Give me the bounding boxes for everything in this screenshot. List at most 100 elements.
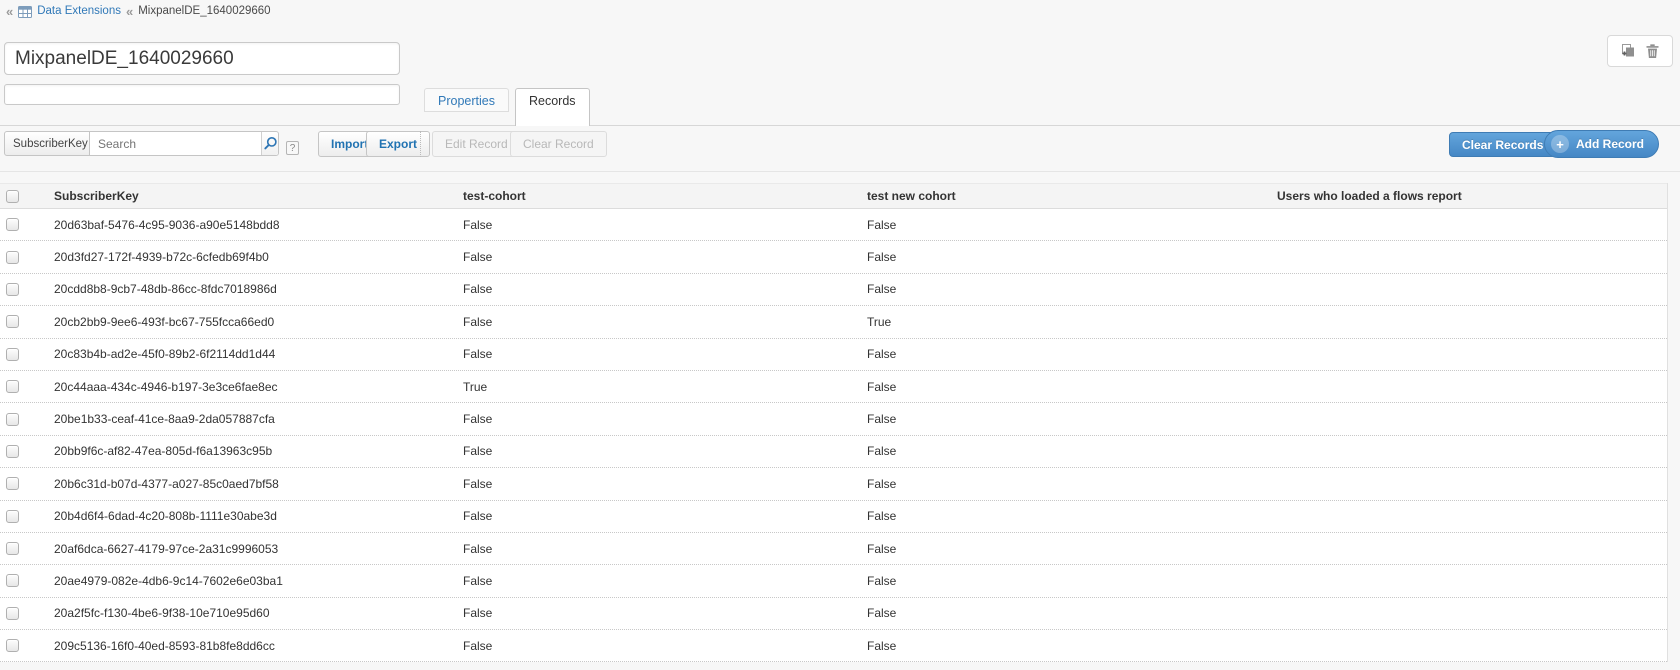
back-chevrons-icon[interactable]: «	[6, 5, 13, 18]
cell-subscriber-key: 20d3fd27-172f-4939-b72c-6cfedb69f4b0	[48, 250, 457, 264]
row-checkbox[interactable]	[6, 251, 19, 264]
tab-records[interactable]: Records	[515, 88, 590, 126]
cell-subscriber-key: 209c5136-16f0-40ed-8593-81b8fe8dd6cc	[48, 639, 457, 653]
clear-record-button[interactable]: Clear Record	[510, 131, 607, 157]
extension-name-field[interactable]	[4, 42, 400, 75]
cell-test-cohort: False	[457, 347, 861, 361]
cell-test-cohort: False	[457, 412, 861, 426]
cell-test-cohort: False	[457, 477, 861, 491]
column-header-subscriberkey[interactable]: SubscriberKey	[48, 189, 457, 203]
row-checkbox[interactable]	[6, 315, 19, 328]
table-row[interactable]: 20ae4979-082e-4db6-9c14-7602e6e03ba1 Fal…	[0, 565, 1667, 597]
cell-subscriber-key: 20cdd8b8-9cb7-48db-86cc-8fdc7018986d	[48, 282, 457, 296]
cell-test-cohort: False	[457, 282, 861, 296]
table-row[interactable]: 20af6dca-6627-4179-97ce-2a31c9996053 Fal…	[0, 533, 1667, 565]
panel-divider	[0, 171, 1680, 172]
toolbar-divider	[420, 131, 421, 157]
cell-test-new-cohort: False	[861, 380, 1271, 394]
search-icon	[263, 136, 278, 151]
row-checkbox[interactable]	[6, 218, 19, 231]
table-row[interactable]: 20b6c31d-b07d-4377-a027-85c0aed7bf58 Fal…	[0, 468, 1667, 500]
select-all-checkbox[interactable]	[6, 190, 19, 203]
table-row[interactable]: 20bb9f6c-af82-47ea-805d-f6a13963c95b Fal…	[0, 436, 1667, 468]
cell-test-cohort: False	[457, 509, 861, 523]
plus-icon: +	[1551, 135, 1569, 153]
cell-test-new-cohort: False	[861, 542, 1271, 556]
table-body: 20d63baf-5476-4c95-9036-a90e5148bdd8 Fal…	[0, 209, 1667, 662]
add-record-button[interactable]: + Add Record	[1544, 130, 1659, 158]
row-checkbox[interactable]	[6, 542, 19, 555]
search-field-dropdown-value: SubscriberKey	[13, 138, 88, 150]
table-row[interactable]: 209c5136-16f0-40ed-8593-81b8fe8dd6cc Fal…	[0, 630, 1667, 662]
breadcrumb: « Data Extensions « MixpanelDE_164002966…	[6, 3, 271, 19]
search-button[interactable]	[261, 132, 278, 155]
cell-test-new-cohort: False	[861, 347, 1271, 361]
trash-icon[interactable]	[1645, 43, 1660, 59]
cell-test-new-cohort: False	[861, 412, 1271, 426]
cell-test-new-cohort: False	[861, 639, 1271, 653]
search-input[interactable]	[90, 132, 261, 155]
row-checkbox[interactable]	[6, 445, 19, 458]
cell-subscriber-key: 20d63baf-5476-4c95-9036-a90e5148bdd8	[48, 218, 457, 232]
help-icon[interactable]: ?	[286, 141, 299, 155]
records-toolbar: SubscriberKey ▾ ? Import Export Edit Rec…	[0, 128, 1680, 162]
tabstrip-divider	[0, 125, 1680, 126]
records-table: SubscriberKey test-cohort test new cohor…	[0, 183, 1668, 662]
table-row[interactable]: 20cdd8b8-9cb7-48db-86cc-8fdc7018986d Fal…	[0, 274, 1667, 306]
cell-test-new-cohort: False	[861, 250, 1271, 264]
table-row[interactable]: 20c44aaa-434c-4946-b197-3e3ce6fae8ec Tru…	[0, 371, 1667, 403]
table-row[interactable]: 20d63baf-5476-4c95-9036-a90e5148bdd8 Fal…	[0, 209, 1667, 241]
table-row[interactable]: 20be1b33-ceaf-41ce-8aa9-2da057887cfa Fal…	[0, 403, 1667, 435]
cell-test-new-cohort: False	[861, 282, 1271, 296]
cell-subscriber-key: 20cb2bb9-9ee6-493f-bc67-755fcca66ed0	[48, 315, 457, 329]
table-row[interactable]: 20d3fd27-172f-4939-b72c-6cfedb69f4b0 Fal…	[0, 241, 1667, 273]
row-checkbox[interactable]	[6, 413, 19, 426]
table-row[interactable]: 20cb2bb9-9ee6-493f-bc67-755fcca66ed0 Fal…	[0, 306, 1667, 338]
data-extension-grid-icon	[18, 6, 32, 18]
cell-test-cohort: False	[457, 639, 861, 653]
cell-test-cohort: False	[457, 574, 861, 588]
records-page: « Data Extensions « MixpanelDE_164002966…	[0, 0, 1680, 670]
row-checkbox[interactable]	[6, 607, 19, 620]
row-checkbox[interactable]	[6, 348, 19, 361]
table-row[interactable]: 20b4d6f4-6dad-4c20-808b-1111e30abe3d Fal…	[0, 501, 1667, 533]
row-checkbox[interactable]	[6, 283, 19, 296]
cell-test-new-cohort: False	[861, 606, 1271, 620]
table-header-row: SubscriberKey test-cohort test new cohor…	[0, 183, 1667, 209]
cell-test-new-cohort: False	[861, 444, 1271, 458]
edit-record-button[interactable]: Edit Record	[432, 131, 521, 157]
cell-subscriber-key: 20be1b33-ceaf-41ce-8aa9-2da057887cfa	[48, 412, 457, 426]
copy-icon[interactable]	[1620, 43, 1636, 59]
extension-description-field[interactable]	[4, 84, 400, 105]
cell-test-cohort: False	[457, 250, 861, 264]
row-checkbox[interactable]	[6, 380, 19, 393]
tab-properties[interactable]: Properties	[424, 88, 509, 112]
cell-subscriber-key: 20ae4979-082e-4db6-9c14-7602e6e03ba1	[48, 574, 457, 588]
table-row[interactable]: 20c83b4b-ad2e-45f0-89b2-6f2114dd1d44 Fal…	[0, 339, 1667, 371]
cell-test-new-cohort: False	[861, 477, 1271, 491]
cell-test-new-cohort: True	[861, 315, 1271, 329]
row-checkbox[interactable]	[6, 510, 19, 523]
column-header-test-new-cohort[interactable]: test new cohort	[861, 189, 1271, 203]
cell-subscriber-key: 20a2f5fc-f130-4be6-9f38-10e710e95d60	[48, 606, 457, 620]
extension-actions-box	[1607, 35, 1673, 67]
table-row[interactable]: 20a2f5fc-f130-4be6-9f38-10e710e95d60 Fal…	[0, 598, 1667, 630]
cell-test-new-cohort: False	[861, 574, 1271, 588]
clear-records-button[interactable]: Clear Records	[1449, 132, 1556, 157]
tab-bar: Properties Records	[424, 88, 590, 126]
cell-subscriber-key: 20b6c31d-b07d-4377-a027-85c0aed7bf58	[48, 477, 457, 491]
cell-test-new-cohort: False	[861, 218, 1271, 232]
row-checkbox[interactable]	[6, 477, 19, 490]
column-header-users-flows-report[interactable]: Users who loaded a flows report	[1271, 189, 1667, 203]
row-checkbox[interactable]	[6, 639, 19, 652]
column-header-test-cohort[interactable]: test-cohort	[457, 189, 861, 203]
cell-subscriber-key: 20c44aaa-434c-4946-b197-3e3ce6fae8ec	[48, 380, 457, 394]
breadcrumb-separator-icon: «	[126, 5, 133, 18]
cell-subscriber-key: 20b4d6f4-6dad-4c20-808b-1111e30abe3d	[48, 509, 457, 523]
cell-subscriber-key: 20af6dca-6627-4179-97ce-2a31c9996053	[48, 542, 457, 556]
breadcrumb-current: MixpanelDE_1640029660	[138, 5, 270, 17]
cell-test-cohort: False	[457, 542, 861, 556]
row-checkbox[interactable]	[6, 574, 19, 587]
cell-test-cohort: True	[457, 380, 861, 394]
breadcrumb-link-data-extensions[interactable]: Data Extensions	[37, 5, 121, 17]
